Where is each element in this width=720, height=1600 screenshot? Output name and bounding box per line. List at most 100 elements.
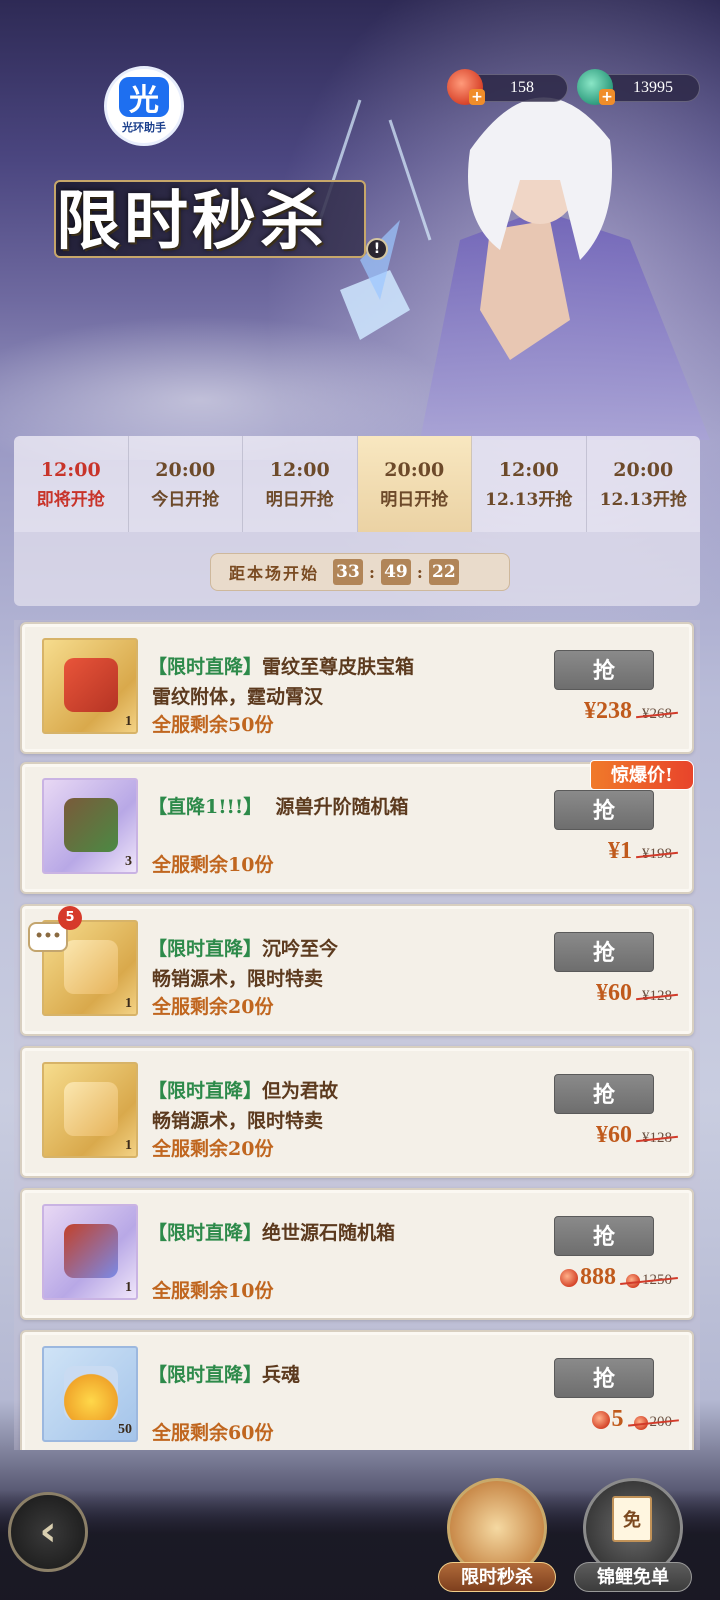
tab-session-3[interactable]: 12:00 明日开抢 (243, 436, 358, 532)
countdown-colon: : (369, 562, 375, 582)
current-price: 5 (591, 1406, 624, 1433)
back-arrow-icon[interactable]: ‹ (8, 1492, 88, 1572)
list-item: 1 【限时直降】沉吟至今 畅销源术，限时特卖 全服剩余20份 抢 ¥60 ¥12… (20, 904, 694, 1036)
tab-session-5[interactable]: 12:00 12.13开抢 (472, 436, 587, 532)
red-gem-icon (633, 1415, 648, 1430)
item-thumbnail[interactable]: 1 (42, 1204, 138, 1300)
original-price: ¥268 (642, 706, 672, 722)
original-price: 200 (633, 1414, 672, 1431)
item-title: 【直降1!!!】 源兽升阶随机箱 (148, 792, 409, 819)
original-price: ¥198 (642, 846, 672, 862)
item-name: 雷纹至尊皮肤宝箱 (262, 656, 415, 678)
currency-green[interactable]: + 13995 (577, 69, 700, 105)
old-price-value: 1250 (642, 1272, 672, 1288)
tab-session-4[interactable]: 20:00 明日开抢 (357, 436, 472, 532)
tab-session-6[interactable]: 20:00 12.13开抢 (587, 436, 701, 532)
item-tag: 【直降1!!!】 (148, 796, 263, 818)
add-red-currency-icon[interactable]: + (469, 89, 485, 105)
countdown-hours: 33 (333, 559, 364, 585)
current-price: ¥238 (584, 698, 632, 724)
item-price: 5 200 (591, 1406, 672, 1436)
tab-time: 20:00 (613, 458, 674, 481)
tab-time: 20:00 (155, 458, 216, 481)
item-title: 【限时直降】但为君故 (148, 1076, 338, 1103)
buy-button[interactable]: 抢 (554, 1216, 654, 1256)
red-gem-icon (626, 1273, 640, 1288)
treasure-chest-icon (64, 1224, 118, 1278)
current-price: ¥60 (596, 1122, 632, 1148)
item-price: ¥238 ¥268 (584, 698, 672, 728)
item-qty: 1 (125, 714, 132, 729)
item-stock: 全服剩余10份 (152, 854, 274, 876)
original-price: 1250 (626, 1272, 672, 1289)
buy-button[interactable]: 抢 (554, 932, 654, 972)
logo-text: 光环助手 (122, 121, 166, 134)
scroll-icon (64, 940, 118, 994)
tab-session-1[interactable]: 12:00 即将开抢 (14, 436, 129, 532)
free-stamp: 免 (612, 1496, 652, 1542)
buy-button[interactable]: 抢 (554, 790, 654, 830)
item-price: ¥60 ¥128 (596, 1122, 672, 1152)
tab-status: 12.13开抢 (485, 489, 573, 510)
list-item: 1 【限时直降】雷纹至尊皮肤宝箱 雷纹附体，霆动霄汉 全服剩余50份 抢 ¥23… (20, 622, 694, 754)
item-price: ¥60 ¥128 (596, 980, 672, 1010)
item-list[interactable]: 1 【限时直降】雷纹至尊皮肤宝箱 雷纹附体，霆动霄汉 全服剩余50份 抢 ¥23… (14, 620, 700, 1450)
item-tag: 【限时直降】 (148, 938, 263, 960)
item-tag: 【限时直降】 (148, 656, 263, 678)
info-icon[interactable]: ! (366, 238, 388, 260)
current-price: 888 (560, 1264, 616, 1291)
box-icon (64, 798, 118, 852)
buy-button[interactable]: 抢 (554, 650, 654, 690)
current-price: ¥1 (608, 838, 632, 864)
potion-bottle-icon (64, 1366, 118, 1420)
red-gem-icon (591, 1411, 610, 1430)
item-title: 【限时直降】兵魂 (148, 1360, 300, 1387)
price-value: 5 (611, 1406, 624, 1432)
tab-session-2[interactable]: 20:00 今日开抢 (129, 436, 243, 532)
add-green-currency-icon[interactable]: + (599, 89, 615, 105)
item-name: 但为君故 (262, 1080, 339, 1102)
nav-flash-sale-button[interactable]: 限时秒杀 (438, 1478, 556, 1600)
logo-mark: 光 (119, 77, 169, 118)
countdown-label: 距本场开始 (229, 564, 320, 583)
scroll-icon (64, 1082, 118, 1136)
item-tag: 【限时直降】 (148, 1364, 263, 1386)
chat-count-badge: 5 (58, 906, 82, 930)
buy-button[interactable]: 抢 (554, 1074, 654, 1114)
list-item: 1 【限时直降】绝世源石随机箱 全服剩余10份 抢 888 1250 (20, 1188, 694, 1320)
item-thumbnail[interactable]: 1 (42, 638, 138, 734)
item-stock: 全服剩余20份 (152, 996, 274, 1018)
tab-time: 12:00 (40, 458, 101, 481)
item-thumbnail[interactable]: 50 (42, 1346, 138, 1442)
countdown-timer: 距本场开始 33 : 49 : 22 (210, 553, 510, 591)
nav-free-order-label: 锦鲤免单 (574, 1562, 692, 1592)
tab-status: 明日开抢 (265, 489, 334, 510)
countdown-colon: : (416, 562, 423, 582)
item-stock: 全服剩余10份 (152, 1280, 274, 1302)
countdown-seconds: 22 (428, 559, 459, 585)
tab-time: 12:00 (269, 458, 330, 481)
chest-icon (64, 658, 118, 712)
item-title: 【限时直降】绝世源石随机箱 (148, 1218, 395, 1245)
item-thumbnail[interactable]: 1 (42, 1062, 138, 1158)
current-price: ¥60 (596, 980, 632, 1006)
item-name: 沉吟至今 (262, 938, 339, 960)
item-price: ¥1 ¥198 (608, 838, 672, 868)
tab-time: 20:00 (384, 458, 445, 481)
buy-button[interactable]: 抢 (554, 1358, 654, 1398)
item-stock: 全服剩余20份 (152, 1138, 274, 1160)
currency-red[interactable]: + 158 (447, 69, 568, 105)
app-logo[interactable]: 光 光环助手 (104, 66, 184, 146)
item-subtitle: 畅销源术，限时特卖 (152, 968, 324, 990)
hot-price-badge: 惊爆价! (590, 760, 694, 790)
item-title: 【限时直降】雷纹至尊皮肤宝箱 (148, 652, 414, 679)
item-title: 【限时直降】沉吟至今 (148, 934, 338, 961)
original-price: ¥128 (642, 988, 672, 1004)
tab-status: 即将开抢 (36, 489, 105, 510)
item-qty: 50 (118, 1422, 132, 1437)
nav-free-order-button[interactable]: 免 锦鲤免单 (574, 1478, 692, 1600)
item-thumbnail[interactable]: 3 (42, 778, 138, 874)
red-gem-icon (560, 1269, 578, 1288)
page-title: 限时秒杀 (56, 184, 328, 259)
original-price: ¥128 (642, 1130, 672, 1146)
